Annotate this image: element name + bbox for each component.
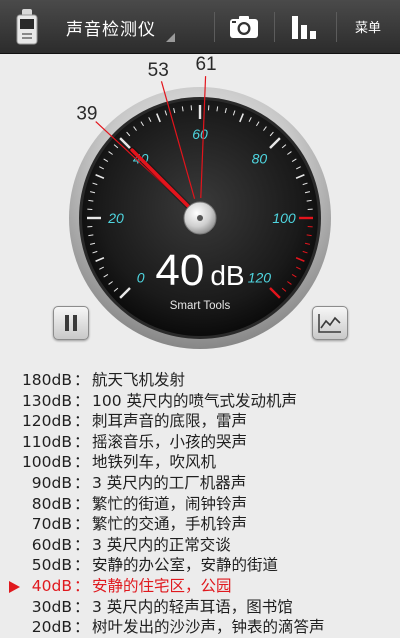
db-readout: 40dB xyxy=(0,246,400,296)
reference-description: 3 英尺内的轻声耳语，图书馆 xyxy=(92,597,293,618)
reference-level: 40dB xyxy=(32,576,72,597)
peak-marker-label: 39 xyxy=(76,103,97,124)
divider xyxy=(274,12,275,42)
gauge-tick-label: 20 xyxy=(107,210,124,226)
gauge-tick-label: 100 xyxy=(272,210,296,226)
stats-button[interactable] xyxy=(276,0,332,53)
reference-row: 40dB：安静的住宅区，公园 xyxy=(0,576,400,597)
db-unit: dB xyxy=(210,260,244,291)
reference-level: 120dB xyxy=(22,411,72,432)
reference-colon: ： xyxy=(74,494,90,515)
reference-description: 安静的住宅区，公园 xyxy=(92,576,232,597)
reference-level: 90dB xyxy=(32,473,72,494)
reference-description: 100 英尺内的喷气式发动机声 xyxy=(92,391,297,412)
gauge-tick-label: 80 xyxy=(252,151,268,167)
reference-description: 3 英尺内的工厂机器声 xyxy=(92,473,246,494)
reference-description: 航天飞机发射 xyxy=(92,370,185,391)
reference-level: 180dB xyxy=(22,370,72,391)
reference-level: 100dB xyxy=(22,452,72,473)
reference-description: 繁忙的交通，手机铃声 xyxy=(92,514,247,535)
reference-row: 20dB：树叶发出的沙沙声，钟表的滴答声 xyxy=(0,617,400,638)
reference-description: 树叶发出的沙沙声，钟表的滴答声 xyxy=(92,617,325,638)
reference-row: 120dB：刺耳声音的底限，雷声 xyxy=(0,411,400,432)
reference-level: 80dB xyxy=(32,494,72,515)
divider xyxy=(336,12,337,42)
reference-colon: ： xyxy=(74,617,90,638)
reference-colon: ： xyxy=(74,597,90,618)
reference-row: 110dB：摇滚音乐，小孩的哭声 xyxy=(0,432,400,453)
action-bar: 声音检测仪 菜单 xyxy=(0,0,400,54)
graph-button[interactable] xyxy=(312,306,348,340)
peak-marker-label: 53 xyxy=(148,60,169,81)
reference-row: 60dB：3 英尺内的正常交谈 xyxy=(0,535,400,556)
menu-label: 菜单 xyxy=(355,17,381,36)
reference-row: 50dB：安静的办公室，安静的街道 xyxy=(0,555,400,576)
reference-row: 70dB：繁忙的交通，手机铃声 xyxy=(0,514,400,535)
reference-row: 180dB：航天飞机发射 xyxy=(0,370,400,391)
pause-icon xyxy=(63,314,79,332)
reference-colon: ： xyxy=(74,370,90,391)
camera-button[interactable] xyxy=(216,0,272,53)
current-level-marker-icon xyxy=(9,581,20,593)
reference-colon: ： xyxy=(74,452,90,473)
menu-button[interactable]: 菜单 xyxy=(338,0,398,53)
line-graph-icon xyxy=(318,313,342,333)
reference-level: 50dB xyxy=(32,555,72,576)
pause-button[interactable] xyxy=(53,306,89,340)
reference-level: 70dB xyxy=(32,514,72,535)
reference-list: 180dB：航天飞机发射130dB：100 英尺内的喷气式发动机声120dB：刺… xyxy=(0,370,400,638)
divider xyxy=(214,12,215,42)
camera-icon xyxy=(229,15,259,39)
reference-description: 繁忙的街道，闹钟铃声 xyxy=(92,494,247,515)
reference-colon: ： xyxy=(74,432,90,453)
reference-level: 60dB xyxy=(32,535,72,556)
reference-colon: ： xyxy=(74,555,90,576)
reference-row: 30dB：3 英尺内的轻声耳语，图书馆 xyxy=(0,597,400,618)
reference-description: 摇滚音乐，小孩的哭声 xyxy=(92,432,247,453)
reference-description: 地铁列车，吹风机 xyxy=(92,452,216,473)
gauge-tick-label: 60 xyxy=(192,126,208,142)
reference-colon: ： xyxy=(74,514,90,535)
reference-level: 130dB xyxy=(22,391,72,412)
reference-colon: ： xyxy=(74,411,90,432)
reference-colon: ： xyxy=(74,535,90,556)
db-value: 40 xyxy=(155,246,204,295)
reference-row: 90dB：3 英尺内的工厂机器声 xyxy=(0,473,400,494)
reference-description: 刺耳声音的底限，雷声 xyxy=(92,411,247,432)
dropdown-caret-icon xyxy=(166,33,175,42)
reference-colon: ： xyxy=(74,391,90,412)
reference-level: 30dB xyxy=(32,597,72,618)
reference-level: 110dB xyxy=(22,432,72,453)
reference-row: 130dB：100 英尺内的喷气式发动机声 xyxy=(0,391,400,412)
reference-colon: ： xyxy=(74,473,90,494)
reference-row: 80dB：繁忙的街道，闹钟铃声 xyxy=(0,494,400,515)
reference-colon: ： xyxy=(74,576,90,597)
gauge-area: 020406080100120 395361 40dB Smart Tools xyxy=(0,54,400,354)
reference-row: 100dB：地铁列车，吹风机 xyxy=(0,452,400,473)
reference-description: 3 英尺内的正常交谈 xyxy=(92,535,231,556)
reference-description: 安静的办公室，安静的街道 xyxy=(92,555,278,576)
sound-meter-icon[interactable] xyxy=(14,9,40,45)
bar-chart-icon xyxy=(291,14,317,40)
app-title[interactable]: 声音检测仪 xyxy=(66,15,156,40)
peak-marker-label: 61 xyxy=(195,54,216,75)
reference-level: 20dB xyxy=(32,617,72,638)
